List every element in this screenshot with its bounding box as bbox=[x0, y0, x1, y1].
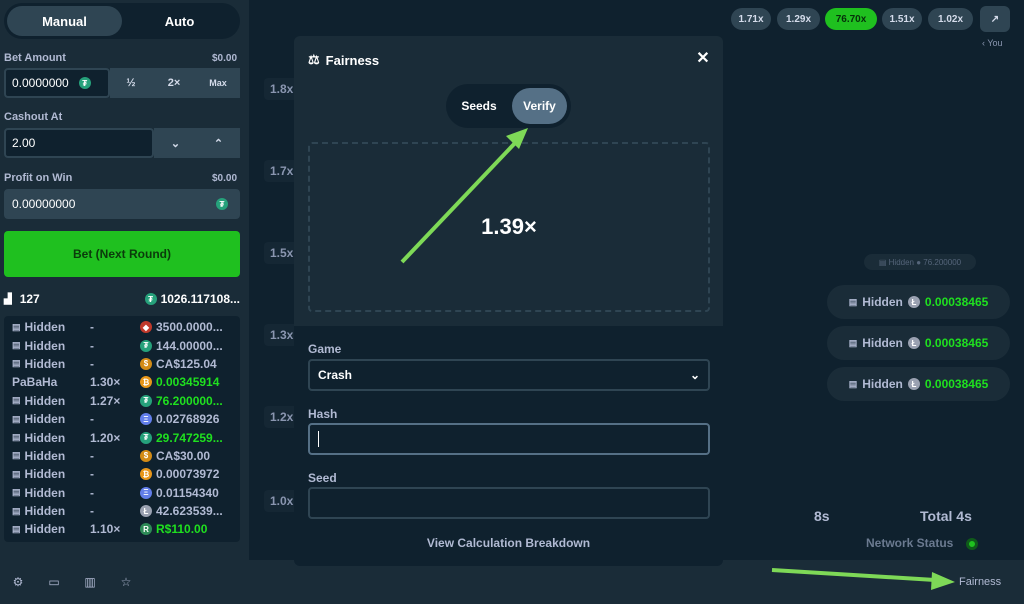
verify-arrow-line bbox=[400, 140, 518, 264]
fairness-arrow-line bbox=[771, 568, 936, 582]
fairness-arrow-head bbox=[931, 572, 955, 590]
verify-arrow-head bbox=[506, 128, 528, 149]
annotation-arrows bbox=[400, 128, 955, 590]
